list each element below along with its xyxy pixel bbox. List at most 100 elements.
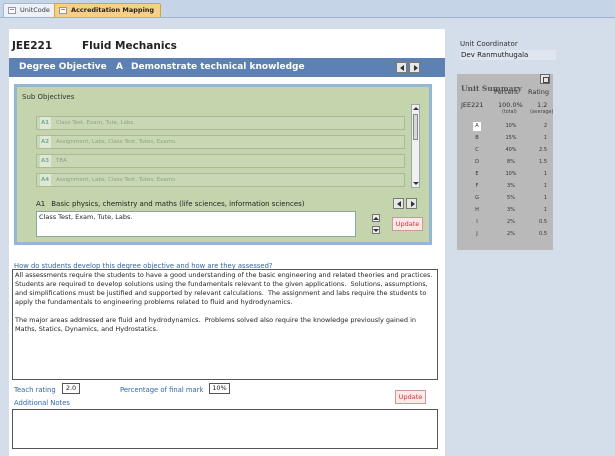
previous-sub-objective-button[interactable] [393, 198, 404, 209]
summary-row: F 3% 1 [457, 181, 553, 192]
summary-row: A 10% 2 [457, 121, 553, 132]
list-item[interactable]: A4 Assignment, Labs, Class Test, Tutes, E… [36, 173, 405, 187]
report-icon[interactable] [540, 74, 550, 84]
summary-row: G 5% 1 [457, 193, 553, 204]
degree-objective-label: Degree Objective [19, 62, 107, 72]
summary-row-percent: 15% [505, 135, 517, 141]
unit-coordinator-name: Dev Ranmuthugala [460, 50, 556, 60]
summary-row-rating: 1 [543, 183, 547, 189]
summary-row-letter: E [475, 171, 479, 177]
scroll-down-icon[interactable] [413, 182, 419, 185]
summary-row-letter: H [475, 207, 479, 213]
tab-accreditation-mapping[interactable]: Accreditation Mapping [54, 3, 162, 17]
additional-notes-field[interactable] [12, 409, 438, 449]
scroll-thumb[interactable] [413, 114, 418, 140]
tab-unitcode[interactable]: UnitCode [3, 3, 57, 17]
unit-name: Fluid Mechanics [82, 40, 177, 52]
summary-row: C 40% 2.5 [457, 145, 553, 156]
next-sub-objective-button[interactable] [406, 198, 417, 209]
percentage-field[interactable]: 10% [209, 383, 230, 394]
degree-objective-bar: Degree Objective A Demonstrate technical… [9, 58, 445, 77]
summary-row-percent: 3% [507, 207, 515, 213]
summary-row-percent: 3% [507, 183, 515, 189]
summary-total-percent: 100.0% [498, 101, 523, 109]
tab-label: Accreditation Mapping [71, 6, 155, 14]
summary-average-note: (average) [530, 110, 554, 115]
scroll-up-icon[interactable] [372, 214, 380, 222]
teach-rating-field[interactable]: 2.0 [62, 383, 80, 394]
sub-objective-text: TBA [56, 158, 67, 164]
previous-objective-button[interactable] [396, 62, 407, 73]
summary-row-rating: 0.5 [539, 219, 547, 225]
summary-row: H 3% 1 [457, 205, 553, 216]
summary-average-rating: 1.2 [537, 101, 548, 109]
summary-row: B 15% 1 [457, 133, 553, 144]
sub-objective-code: A3 [40, 155, 51, 167]
sub-objective-code: A1 [40, 117, 51, 129]
update-notes-button[interactable]: Update [395, 390, 426, 404]
summary-row-letter: I [476, 219, 478, 225]
summary-row-rating: 1 [543, 195, 547, 201]
degree-objective-title: Demonstrate technical knowledge [131, 62, 305, 72]
summary-row-percent: 10% [505, 123, 517, 129]
list-item[interactable]: A1 Class Test, Exam, Tute, Labs. [36, 116, 405, 130]
form-icon [59, 7, 67, 14]
summary-total-unit: JEE221 [461, 101, 484, 109]
list-item[interactable]: A2 Assignment, Labs, Class Test, Tutes, E… [36, 135, 405, 149]
additional-notes-label: Additional Notes [14, 399, 70, 407]
summary-row: D 8% 1.5 [457, 157, 553, 168]
sub-objectives-title: Sub Objectives [22, 93, 75, 101]
summary-row-rating: 1 [543, 135, 547, 141]
assessment-answer-field[interactable]: All assessments require the students to … [12, 269, 438, 380]
summary-row-rating: 2 [543, 123, 547, 129]
sub-objectives-scrollbar[interactable] [411, 104, 420, 188]
summary-row-rating: 1 [543, 171, 547, 177]
summary-row-rating: 1 [543, 207, 547, 213]
summary-total-note: (total) [502, 110, 517, 115]
summary-row-rating: 2.5 [539, 147, 547, 153]
summary-row-rating: 0.5 [539, 231, 547, 237]
sub-objective-text: Class Test, Exam, Tute, Labs. [56, 120, 136, 126]
summary-row-percent: 40% [505, 147, 517, 153]
percent-column-header: Percent [494, 88, 519, 96]
scroll-down-icon[interactable] [372, 226, 380, 234]
summary-row-percent: 2% [507, 231, 515, 237]
next-objective-button[interactable] [409, 62, 420, 73]
sub-objective-text: Assignment, Labs, Class Test, Tutes, Exa… [56, 177, 177, 183]
unit-code: JEE221 [12, 40, 53, 52]
summary-row: I 2% 0.5 [457, 217, 553, 228]
degree-objective-letter: A [116, 62, 123, 72]
summary-row-letter: C [475, 147, 479, 153]
sub-objective-field-scrollbar[interactable] [372, 212, 380, 236]
scroll-up-icon[interactable] [413, 107, 419, 110]
summary-row-percent: 10% [505, 171, 517, 177]
sub-objectives-list: A1 Class Test, Exam, Tute, Labs. A2 Assign… [36, 113, 405, 193]
summary-row-rating: 1.5 [539, 159, 547, 165]
summary-row-letter: D [475, 159, 479, 165]
summary-row: E 10% 1 [457, 169, 553, 180]
sub-objective-text: Assignment, Labs, Class Test, Tutes, Exa… [56, 139, 177, 145]
sub-objective-assessment-field[interactable]: Class Test, Exam, Tute, Labs. [36, 211, 356, 237]
sub-objective-code: A2 [40, 136, 51, 148]
summary-row-letter: J [476, 231, 478, 237]
update-sub-objective-button[interactable]: Update [392, 217, 423, 231]
sub-objective-code: A4 [40, 174, 51, 186]
percentage-label: Percentage of final mark [120, 386, 204, 394]
list-item[interactable]: A3 TBA [36, 154, 405, 168]
tab-label: UnitCode [20, 6, 50, 14]
selected-sub-objective-code: A1 [36, 200, 46, 208]
unit-coordinator-label: Unit Coordinator [460, 40, 518, 48]
rating-column-header: Rating [528, 88, 549, 96]
teach-rating-label: Teach rating [14, 386, 56, 394]
summary-row: J 2% 0.5 [457, 229, 553, 240]
summary-row-percent: 8% [507, 159, 515, 165]
summary-row-letter: B [475, 135, 479, 141]
summary-row-letter: A [473, 122, 481, 131]
summary-row-percent: 2% [507, 219, 515, 225]
summary-row-letter: G [475, 195, 479, 201]
summary-row-letter: F [475, 183, 479, 189]
summary-row-percent: 5% [507, 195, 515, 201]
selected-sub-objective-title: Basic physics, chemistry and maths (life… [51, 200, 305, 208]
form-icon [8, 7, 16, 14]
selected-sub-objective-heading: A1 Basic physics, chemistry and maths (li… [36, 200, 305, 208]
